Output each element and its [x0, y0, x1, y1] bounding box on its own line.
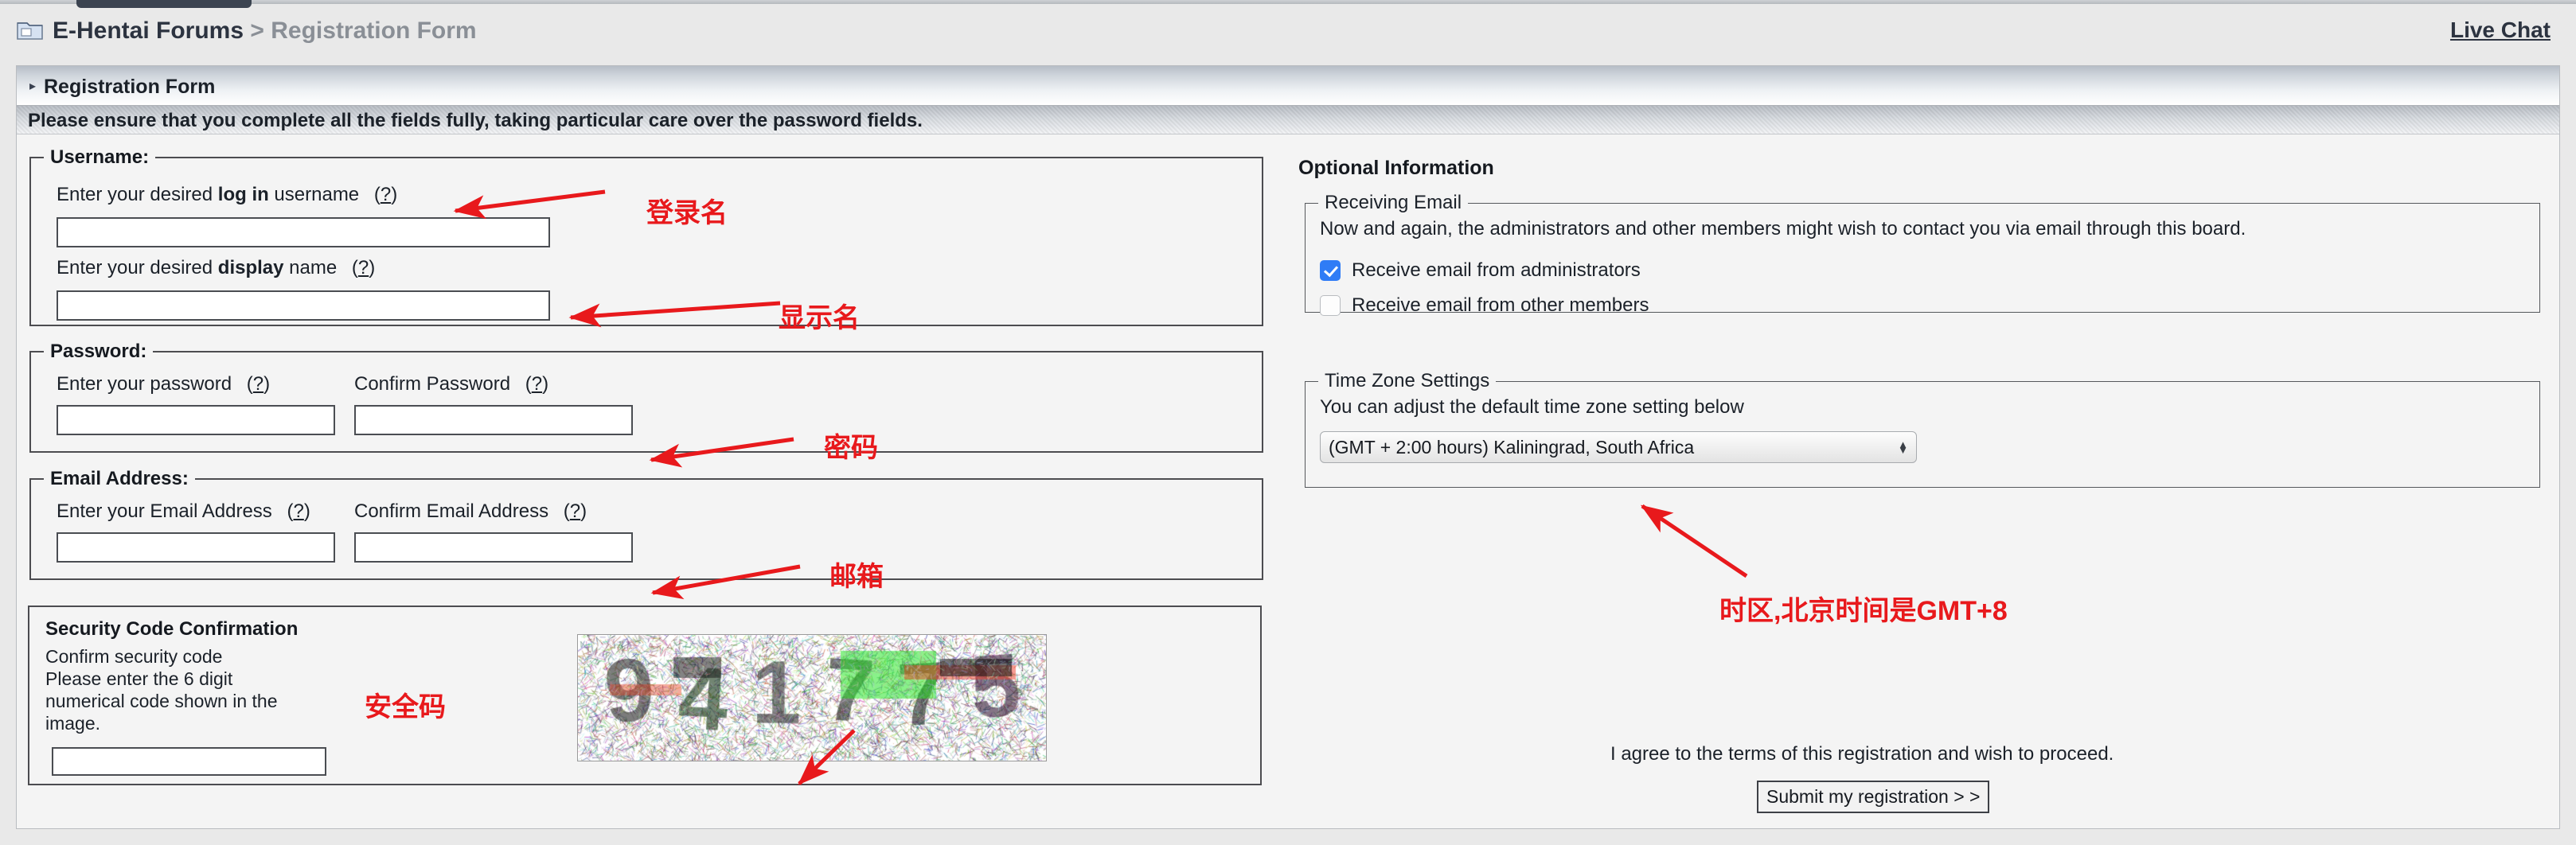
confirm-password-input[interactable] — [354, 405, 633, 435]
receiving-email-description: Now and again, the administrators and ot… — [1320, 218, 2246, 239]
annotation-email: 邮箱 — [829, 562, 884, 592]
timezone-selected-value: (GMT + 2:00 hours) Kaliningrad, South Af… — [1329, 436, 1695, 458]
annotation-login-name: 登录名 — [646, 198, 728, 228]
password-legend: Password: — [44, 341, 154, 363]
annotation-display-name: 显示名 — [779, 303, 860, 333]
confirm-password-help-icon[interactable]: (?) — [525, 373, 548, 395]
password-fieldset: Password: Enter your password (?) Confir… — [29, 341, 1263, 453]
login-username-label: Enter your desired log in username (?) — [57, 184, 397, 206]
email-input[interactable] — [57, 532, 335, 563]
annotation-password: 密码 — [824, 433, 878, 463]
confirm-password-label: Confirm Password (?) — [354, 373, 548, 395]
agreement-text: I agree to the terms of this registratio… — [1610, 743, 2114, 765]
collapse-arrow-icon[interactable]: ▸ — [29, 80, 36, 93]
breadcrumb-separator: > — [250, 18, 264, 44]
timezone-select[interactable]: (GMT + 2:00 hours) Kaliningrad, South Af… — [1320, 431, 1917, 463]
email-label-text: Enter your Email Address — [57, 500, 272, 522]
stepper-arrows-icon[interactable]: ▲ ▼ — [1898, 439, 1908, 455]
checkbox-other-members-label: Receive email from other members — [1352, 294, 1649, 316]
password-label-text: Enter your password — [57, 373, 232, 395]
panel-body: Username: Enter your desired log in user… — [17, 134, 2559, 828]
security-code-line1: Confirm security code — [45, 646, 223, 667]
page-root: E-Hentai Forums > Registration Form Live… — [0, 0, 2576, 845]
login-label-bold: log in — [217, 184, 269, 205]
optional-information-title: Optional Information — [1298, 157, 1494, 179]
breadcrumb: E-Hentai Forums > Registration Form — [53, 18, 477, 45]
timezone-description: You can adjust the default time zone set… — [1320, 396, 1744, 418]
display-label-post: name — [283, 257, 338, 278]
security-code-title: Security Code Confirmation — [45, 618, 299, 640]
login-help-icon[interactable]: (?) — [374, 184, 397, 205]
display-name-input[interactable] — [57, 290, 550, 321]
checkbox-row-other-members[interactable]: Receive email from other members — [1320, 294, 1649, 317]
password-help-icon[interactable]: (?) — [247, 373, 270, 395]
annotation-security-code: 安全码 — [365, 692, 446, 722]
security-code-input[interactable] — [52, 747, 326, 776]
timezone-fieldset: Time Zone Settings You can adjust the de… — [1305, 370, 2540, 488]
login-username-input[interactable] — [57, 217, 550, 247]
receiving-email-legend: Receiving Email — [1318, 192, 1469, 214]
username-legend: Username: — [44, 146, 156, 169]
display-label-pre: Enter your desired — [57, 257, 218, 278]
email-legend: Email Address: — [44, 468, 195, 490]
display-help-icon[interactable]: (?) — [352, 257, 375, 278]
login-label-pre: Enter your desired — [57, 184, 218, 205]
email-fieldset: Email Address: Enter your Email Address … — [29, 468, 1263, 580]
password-input[interactable] — [57, 405, 335, 435]
panel-header: ▸ Registration Form — [17, 66, 2559, 106]
timezone-legend: Time Zone Settings — [1318, 370, 1497, 392]
page-title: Registration Form — [44, 76, 216, 98]
login-label-post: username — [268, 184, 360, 205]
display-name-label: Enter your desired display name (?) — [57, 257, 375, 279]
annotation-timezone: 时区,北京时间是GMT+8 — [1719, 596, 2008, 626]
checkbox-administrators-label: Receive email from administrators — [1352, 259, 1641, 281]
security-code-section: Security Code Confirmation Confirm secur… — [28, 606, 1262, 785]
notice-bar: Please ensure that you complete all the … — [17, 106, 2559, 134]
confirm-email-label-text: Confirm Email Address — [354, 500, 549, 522]
live-chat-link[interactable]: Live Chat — [2450, 18, 2551, 43]
breadcrumb-site[interactable]: E-Hentai Forums — [53, 18, 244, 44]
confirm-email-help-icon[interactable]: (?) — [564, 500, 587, 522]
receiving-email-fieldset: Receiving Email Now and again, the admin… — [1305, 192, 2540, 316]
checkbox-other-members[interactable] — [1320, 295, 1341, 316]
confirm-password-label-text: Confirm Password — [354, 373, 511, 395]
notice-text: Please ensure that you complete all the … — [28, 110, 923, 131]
confirm-email-input[interactable] — [354, 532, 633, 563]
captcha-image — [577, 634, 1047, 761]
breadcrumb-bar: E-Hentai Forums > Registration Form Live… — [0, 5, 2576, 54]
checkbox-administrators[interactable] — [1320, 260, 1341, 281]
username-fieldset: Username: Enter your desired log in user… — [29, 146, 1263, 326]
folder-icon — [17, 22, 43, 40]
email-help-icon[interactable]: (?) — [287, 500, 310, 522]
submit-registration-button[interactable]: Submit my registration > > — [1757, 781, 1990, 813]
confirm-email-label: Confirm Email Address (?) — [354, 500, 587, 523]
password-label: Enter your password (?) — [57, 373, 270, 395]
email-label: Enter your Email Address (?) — [57, 500, 310, 523]
display-label-bold: display — [217, 257, 284, 278]
breadcrumb-current: Registration Form — [271, 18, 477, 44]
security-code-line2: Please enter the 6 digit numerical code … — [45, 668, 278, 734]
stepper-down-icon[interactable]: ▼ — [1898, 445, 1908, 455]
checkbox-row-administrators[interactable]: Receive email from administrators — [1320, 259, 1641, 282]
browser-top-strip — [0, 0, 2576, 4]
